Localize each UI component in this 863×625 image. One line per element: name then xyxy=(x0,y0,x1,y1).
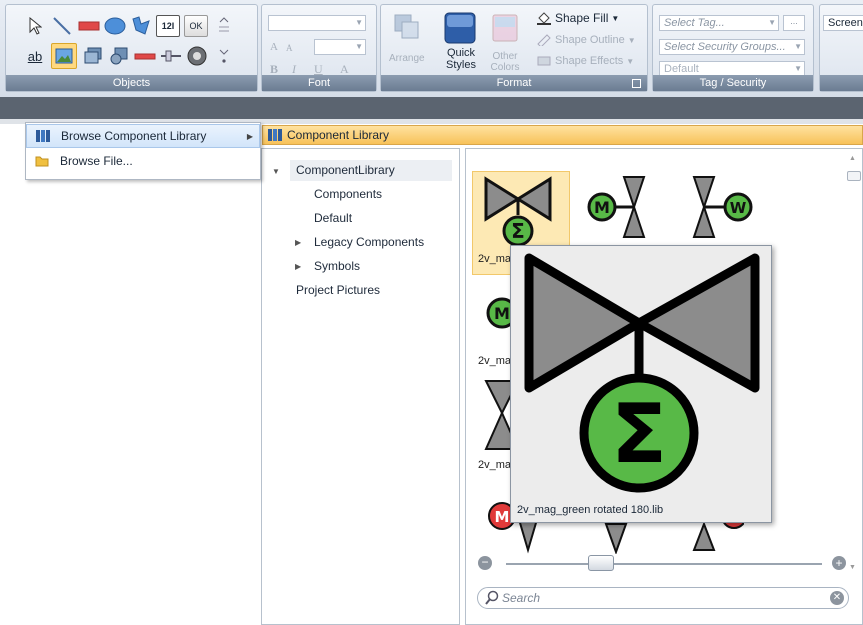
font-family-combo[interactable]: ▼ xyxy=(268,15,366,31)
ellipse-tool-icon[interactable] xyxy=(104,15,126,37)
valve-sigma-thumb-icon[interactable]: Σ xyxy=(482,175,554,251)
tag-security-group: Select Tag... ▼ ... Select Security Group… xyxy=(652,4,814,92)
svg-text:M: M xyxy=(495,508,510,526)
gear-frames-tool-icon[interactable] xyxy=(108,45,130,67)
tree-node-project-pictures[interactable]: Project Pictures xyxy=(296,283,380,297)
image-tool-icon[interactable] xyxy=(51,43,77,69)
font-group-label: Font xyxy=(262,75,376,91)
svg-text:M: M xyxy=(494,304,510,323)
font-size-combo[interactable]: ▼ xyxy=(314,39,366,55)
format-group: Arrange Quick Styles Other Colors Shape Fi… xyxy=(380,4,648,92)
tree-node-components[interactable]: Components xyxy=(314,187,382,201)
svg-text:Σ: Σ xyxy=(511,219,525,243)
submenu-arrow-icon: ▶ xyxy=(246,131,253,141)
valve-motor-thumb-icon[interactable]: M xyxy=(584,175,654,245)
frames-tool-icon[interactable] xyxy=(82,45,104,67)
gallery-scrollbar[interactable]: ▲ ▼ xyxy=(846,151,861,571)
menu-item-browse-file[interactable]: Browse File... xyxy=(26,149,260,173)
objects-group: 12I OK ab Objects xyxy=(5,4,258,92)
tag-security-group-label: Tag / Security xyxy=(653,75,813,91)
book-library-icon xyxy=(36,130,50,142)
format-dialog-launcher-icon[interactable] xyxy=(632,79,641,88)
line-tool-icon[interactable] xyxy=(51,15,73,37)
menu-item-label: Browse File... xyxy=(60,154,133,168)
valve-w-thumb-icon[interactable]: W xyxy=(684,175,764,245)
svg-text:M: M xyxy=(594,198,610,217)
pointer-tool-icon[interactable] xyxy=(24,15,46,37)
shape-outline-button[interactable]: Shape Outline ▼ xyxy=(536,34,636,46)
font-group: ▼ A A ▼ B I U A Font xyxy=(261,4,377,92)
numeric-display-tool[interactable]: 12I xyxy=(156,15,180,37)
gauge-tool-icon[interactable] xyxy=(186,45,208,67)
tab-strip xyxy=(0,97,863,119)
shape-fill-button[interactable]: Shape Fill ▼ xyxy=(536,11,619,25)
svg-text:W: W xyxy=(730,199,747,217)
arrange-button[interactable]: Arrange xyxy=(389,53,425,64)
thumb-label: 2v_ma xyxy=(478,253,512,265)
grow-font-button[interactable]: A xyxy=(270,41,278,53)
shape-effects-button[interactable]: Shape Effects ▼ xyxy=(536,55,634,67)
quick-styles-icon[interactable] xyxy=(443,11,477,48)
menu-item-label: Browse Component Library xyxy=(61,129,207,143)
screen-group-label xyxy=(820,75,863,91)
paint-bucket-icon xyxy=(537,12,551,25)
zoom-out-icon[interactable]: − xyxy=(478,556,492,570)
screen-group: Screen xyxy=(819,4,863,92)
zoom-slider-track[interactable] xyxy=(506,563,822,565)
tree-node-legacy-components[interactable]: Legacy Components xyxy=(314,235,424,249)
shape-effects-icon xyxy=(537,56,551,66)
gallery-more-icon[interactable] xyxy=(214,45,234,67)
format-group-label: Format xyxy=(381,75,647,91)
tree-node-root[interactable]: ComponentLibrary xyxy=(296,163,395,177)
clear-search-icon[interactable]: ✕ xyxy=(830,591,844,605)
component-library-header: Component Library xyxy=(262,125,863,145)
menu-item-browse-component-library[interactable]: Browse Component Library ▶ xyxy=(26,124,260,148)
folder-icon xyxy=(35,156,49,167)
component-library-title: Component Library xyxy=(287,128,390,142)
select-tag-combo[interactable]: Select Tag... ▼ xyxy=(659,15,779,31)
polygon-tool-icon[interactable] xyxy=(130,15,152,37)
search-input[interactable]: Search xyxy=(502,591,540,605)
other-colors-button[interactable]: Other Colors xyxy=(489,51,521,73)
pencil-outline-icon xyxy=(537,34,551,46)
text-tool[interactable]: ab xyxy=(24,45,46,67)
ribbon: 12I OK ab Objects ▼ A A ▼ B I U A Font A… xyxy=(0,0,863,98)
rectangle-tool-icon[interactable] xyxy=(78,15,100,37)
tree-node-symbols[interactable]: Symbols xyxy=(314,259,360,273)
tree-node-default[interactable]: Default xyxy=(314,211,352,225)
search-box[interactable]: Search ✕ xyxy=(477,587,849,609)
arrange-icon xyxy=(393,13,419,42)
zoom-in-icon[interactable]: + xyxy=(832,556,846,570)
slider-tool-icon[interactable] xyxy=(160,45,182,67)
quick-styles-button[interactable]: Quick Styles xyxy=(443,47,479,71)
picture-source-menu: Browse Component Library ▶ Browse File..… xyxy=(25,122,261,180)
thumb-label: 2v_ma xyxy=(478,459,512,471)
component-preview-tooltip: Σ 2v_mag_green rotated 180.lib xyxy=(510,245,772,523)
gallery-scroll-up-icon[interactable] xyxy=(214,15,234,37)
select-security-combo[interactable]: Select Security Groups... ▼ xyxy=(659,39,805,55)
book-library-icon xyxy=(268,129,282,141)
expand-arrow-icon[interactable]: ▼ xyxy=(272,167,280,176)
preview-caption: 2v_mag_green rotated 180.lib xyxy=(517,504,664,516)
search-icon xyxy=(485,590,499,605)
scrollbar-thumb[interactable] xyxy=(847,171,861,181)
collapse-arrow-icon[interactable]: ▶ xyxy=(295,262,301,271)
other-colors-icon xyxy=(491,13,519,46)
svg-text:Σ: Σ xyxy=(611,387,667,482)
zoom-slider-thumb[interactable] xyxy=(587,555,614,571)
objects-group-label: Objects xyxy=(6,75,257,91)
valve-sigma-preview-icon: Σ xyxy=(524,253,760,493)
bar-tool-icon[interactable] xyxy=(134,45,156,67)
shrink-font-button[interactable]: A xyxy=(286,43,293,53)
tag-browse-button[interactable]: ... xyxy=(783,15,805,31)
button-tool[interactable]: OK xyxy=(184,15,208,37)
screen-combo[interactable]: Screen xyxy=(823,15,863,31)
collapse-arrow-icon[interactable]: ▶ xyxy=(295,238,301,247)
thumb-label: 2v_ma xyxy=(478,355,512,367)
library-tree: ▼ ComponentLibrary Components Default ▶ … xyxy=(261,148,460,625)
